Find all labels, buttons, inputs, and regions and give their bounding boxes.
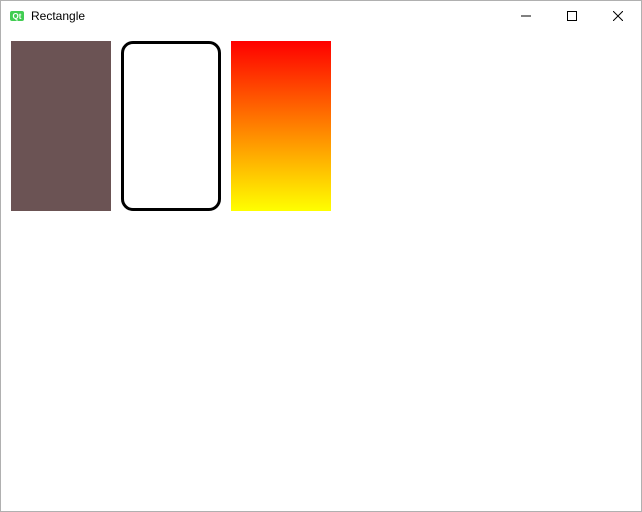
minimize-icon [521, 11, 531, 21]
window-controls [503, 1, 641, 31]
app-icon: Qt [9, 8, 25, 24]
close-icon [613, 11, 623, 21]
minimize-button[interactable] [503, 1, 549, 31]
close-button[interactable] [595, 1, 641, 31]
titlebar-left: Qt Rectangle [1, 8, 85, 24]
client-area [1, 31, 641, 511]
rectangle-solid [11, 41, 111, 211]
rectangle-outline [121, 41, 221, 211]
rectangle-gradient [231, 41, 331, 211]
maximize-icon [567, 11, 577, 21]
app-window: Qt Rectangle [0, 0, 642, 512]
svg-text:Qt: Qt [13, 12, 22, 21]
titlebar: Qt Rectangle [1, 1, 641, 31]
maximize-button[interactable] [549, 1, 595, 31]
window-title: Rectangle [31, 9, 85, 23]
